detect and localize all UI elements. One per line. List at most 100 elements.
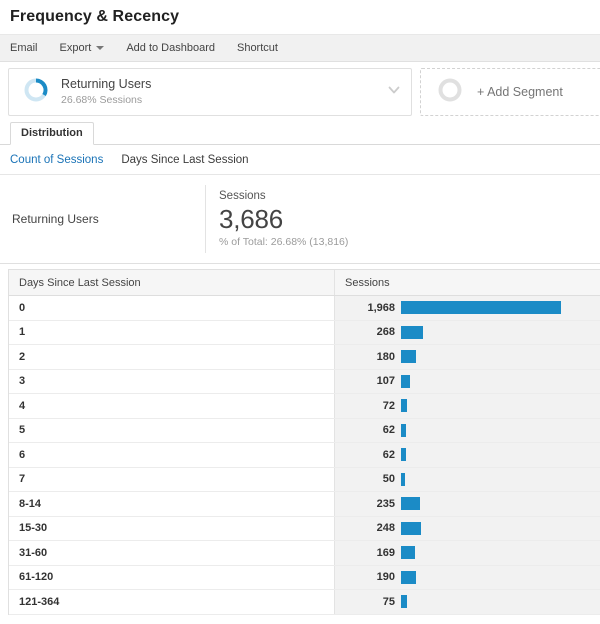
cell-sessions: 75 — [335, 590, 600, 614]
add-to-dashboard-button[interactable]: Add to Dashboard — [126, 42, 215, 54]
table-row[interactable]: 15-30 248 — [9, 516, 600, 541]
sessions-bar — [401, 374, 410, 388]
sessions-bar — [401, 325, 423, 339]
cell-sessions-value: 72 — [382, 399, 395, 412]
sessions-bar — [401, 546, 415, 560]
cell-sessions-value: 50 — [382, 473, 395, 486]
cell-days-since-last-session: 15-30 — [9, 516, 335, 540]
cell-sessions-value: 107 — [376, 375, 395, 388]
cell-days-since-last-session: 1 — [9, 320, 335, 344]
cell-sessions: 107 — [335, 369, 600, 393]
cell-sessions-value: 1,968 — [367, 301, 395, 314]
sublink-count-of-sessions-label: Count of Sessions — [10, 153, 104, 166]
summary-metric-label: Sessions — [219, 190, 266, 202]
email-button-label: Email — [10, 42, 38, 54]
email-button[interactable]: Email — [10, 42, 38, 54]
summary-metric-block: Sessions 3,686 % of Total: 26.68% (13,81… — [205, 185, 348, 253]
shortcut-button[interactable]: Shortcut — [237, 42, 278, 54]
table-row[interactable]: 4 72 — [9, 394, 600, 419]
table-row[interactable]: 121-364 75 — [9, 590, 600, 615]
cell-days-since-last-session: 5 — [9, 418, 335, 442]
table-row[interactable]: 2 180 — [9, 345, 600, 370]
cell-sessions: 72 — [335, 394, 600, 418]
table-row[interactable]: 5 62 — [9, 418, 600, 443]
cell-days-since-last-session: 7 — [9, 467, 335, 491]
report-sublinks: Count of Sessions Days Since Last Sessio… — [0, 145, 600, 175]
page-title-bar: Frequency & Recency — [0, 0, 600, 34]
table-body: 0 1,968 1 268 2 180 3 107 4 72 5 62 6 62 7 50 8-14 235 15-… — [9, 296, 600, 615]
cell-sessions: 1,968 — [335, 296, 600, 320]
summary-percent-of-total: % of Total: 26.68% (13,816) — [219, 236, 349, 248]
table-header-row: Days Since Last Session Sessions — [9, 270, 600, 296]
segment-subtitle: 26.68% Sessions — [61, 94, 143, 106]
sessions-bar — [401, 595, 408, 609]
cell-days-since-last-session: 6 — [9, 443, 335, 467]
segment-donut-icon — [23, 77, 49, 108]
add-segment-label: + Add Segment — [477, 85, 563, 99]
summary-block: Returning Users Sessions 3,686 % of Tota… — [0, 175, 600, 264]
table-row[interactable]: 1 268 — [9, 320, 600, 345]
cell-days-since-last-session: 61-120 — [9, 565, 335, 589]
sessions-bar — [401, 497, 421, 511]
cell-sessions-value: 268 — [376, 326, 395, 339]
cell-days-since-last-session: 4 — [9, 394, 335, 418]
sublink-days-since-last-session[interactable]: Days Since Last Session — [121, 154, 248, 166]
sublink-days-since-last-session-label: Days Since Last Session — [121, 153, 249, 166]
cell-sessions: 268 — [335, 320, 600, 344]
segment-chevron-down-icon[interactable] — [386, 82, 402, 103]
cell-sessions: 248 — [335, 516, 600, 540]
sessions-bar — [401, 301, 561, 315]
table-row[interactable]: 0 1,968 — [9, 296, 600, 321]
table-row[interactable]: 8-14 235 — [9, 492, 600, 517]
cell-sessions-value: 75 — [382, 595, 395, 608]
segment-card-returning-users[interactable]: Returning Users 26.68% Sessions — [8, 68, 412, 116]
table-row[interactable]: 7 50 — [9, 467, 600, 492]
summary-segment-label: Returning Users — [12, 212, 99, 226]
column-header-metric[interactable]: Sessions — [335, 270, 600, 295]
cell-days-since-last-session: 0 — [9, 296, 335, 320]
cell-sessions-value: 190 — [376, 571, 395, 584]
cell-sessions: 190 — [335, 565, 600, 589]
cell-sessions: 50 — [335, 467, 600, 491]
tab-distribution-label: Distribution — [21, 127, 83, 139]
sessions-bar — [401, 521, 422, 535]
cell-sessions: 169 — [335, 541, 600, 565]
sessions-bar — [401, 570, 417, 584]
add-segment-donut-icon — [437, 77, 463, 108]
segment-strip: Returning Users 26.68% Sessions + Add Se… — [0, 62, 600, 122]
cell-sessions: 62 — [335, 443, 600, 467]
table-row[interactable]: 31-60 169 — [9, 541, 600, 566]
export-button[interactable]: Export — [60, 42, 105, 54]
sessions-bar — [401, 399, 407, 413]
summary-metric-value: 3,686 — [219, 204, 284, 234]
table-row[interactable]: 6 62 — [9, 443, 600, 468]
report-tabs: Distribution — [0, 122, 600, 145]
cell-days-since-last-session: 121-364 — [9, 590, 335, 614]
cell-days-since-last-session: 3 — [9, 369, 335, 393]
cell-days-since-last-session: 8-14 — [9, 492, 335, 516]
cell-sessions-value: 180 — [376, 350, 395, 363]
sublink-count-of-sessions[interactable]: Count of Sessions — [10, 154, 103, 166]
export-button-label: Export — [59, 42, 92, 54]
tab-distribution[interactable]: Distribution — [10, 122, 94, 145]
add-to-dashboard-label: Add to Dashboard — [126, 42, 215, 54]
chevron-down-icon — [96, 46, 105, 50]
cell-sessions: 235 — [335, 492, 600, 516]
cell-sessions: 180 — [335, 345, 600, 369]
sessions-bar — [401, 448, 407, 462]
cell-sessions-value: 235 — [376, 497, 395, 510]
cell-days-since-last-session: 2 — [9, 345, 335, 369]
cell-sessions-value: 248 — [376, 522, 395, 535]
add-segment-button[interactable]: + Add Segment — [420, 68, 600, 116]
page-title: Frequency & Recency — [10, 8, 180, 25]
report-toolbar: Email Export Add to Dashboard Shortcut — [0, 34, 600, 62]
sessions-bar — [401, 423, 407, 437]
shortcut-button-label: Shortcut — [236, 42, 278, 54]
cell-days-since-last-session: 31-60 — [9, 541, 335, 565]
table-row[interactable]: 3 107 — [9, 369, 600, 394]
table-row[interactable]: 61-120 190 — [9, 565, 600, 590]
segment-texts: Returning Users 26.68% Sessions — [61, 77, 151, 107]
segment-name: Returning Users — [61, 77, 152, 91]
cell-sessions-value: 169 — [376, 546, 395, 559]
column-header-dimension[interactable]: Days Since Last Session — [9, 270, 335, 295]
